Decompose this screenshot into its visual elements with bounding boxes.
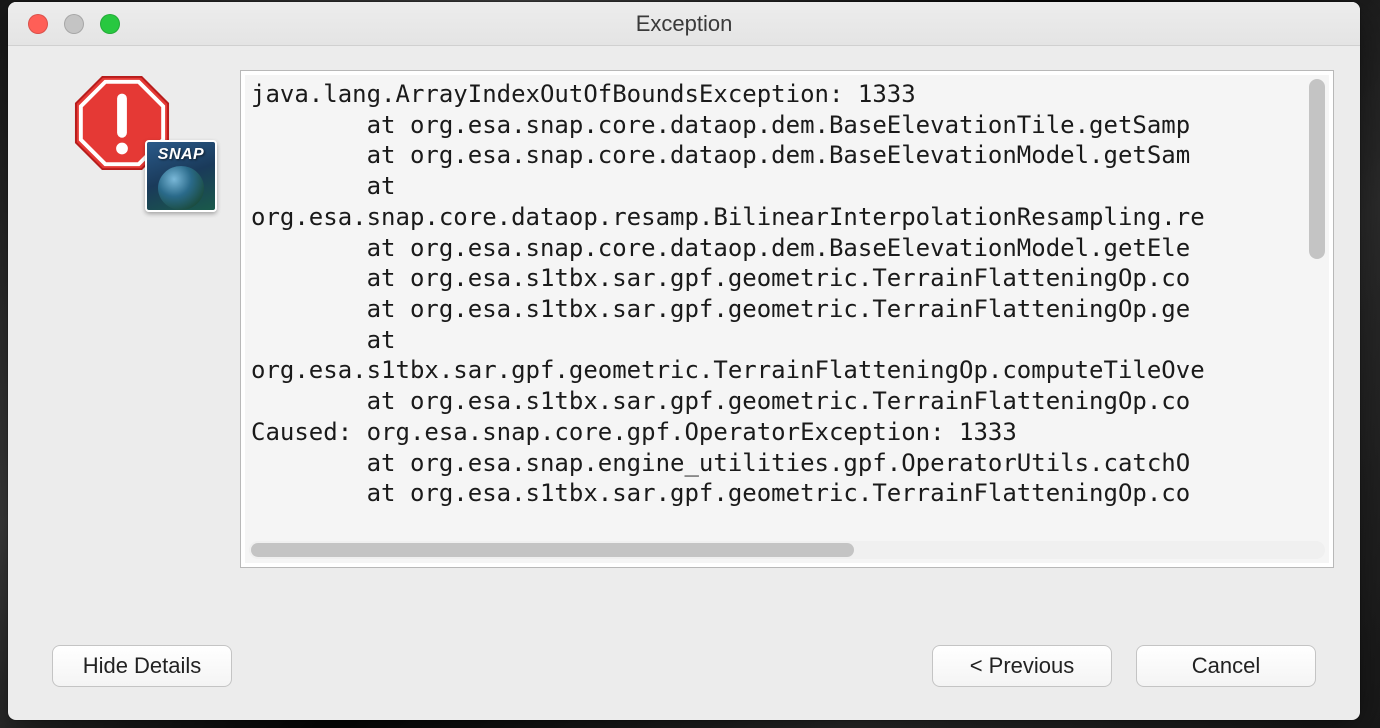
- hide-details-button[interactable]: Hide Details: [52, 645, 232, 687]
- previous-button[interactable]: < Previous: [932, 645, 1112, 687]
- error-icon-wrap: SNAP: [73, 74, 193, 194]
- button-bar: Hide Details < Previous Cancel: [8, 630, 1360, 720]
- snap-app-icon: SNAP: [145, 140, 217, 212]
- icon-area: SNAP: [48, 70, 218, 620]
- zoom-window-button[interactable]: [100, 14, 120, 34]
- snap-badge-label: SNAP: [158, 146, 204, 164]
- exception-dialog: Exception SNAP: [8, 2, 1360, 720]
- close-window-button[interactable]: [28, 14, 48, 34]
- minimize-window-button[interactable]: [64, 14, 84, 34]
- snap-globe-icon: [158, 166, 204, 210]
- vertical-scrollbar-thumb[interactable]: [1309, 79, 1325, 259]
- titlebar: Exception: [8, 2, 1360, 46]
- stacktrace-frame: java.lang.ArrayIndexOutOfBoundsException…: [240, 70, 1334, 568]
- stacktrace-scroll[interactable]: java.lang.ArrayIndexOutOfBoundsException…: [245, 75, 1329, 563]
- stacktrace-container: java.lang.ArrayIndexOutOfBoundsException…: [240, 70, 1334, 620]
- window-title: Exception: [8, 11, 1360, 37]
- cancel-button[interactable]: Cancel: [1136, 645, 1316, 687]
- stacktrace-text[interactable]: java.lang.ArrayIndexOutOfBoundsException…: [245, 75, 1329, 539]
- window-controls: [8, 14, 120, 34]
- horizontal-scrollbar-thumb[interactable]: [251, 543, 854, 557]
- dialog-content: SNAP java.lang.ArrayIndexOutOfBoundsExce…: [8, 46, 1360, 630]
- horizontal-scrollbar-track: [249, 541, 1325, 559]
